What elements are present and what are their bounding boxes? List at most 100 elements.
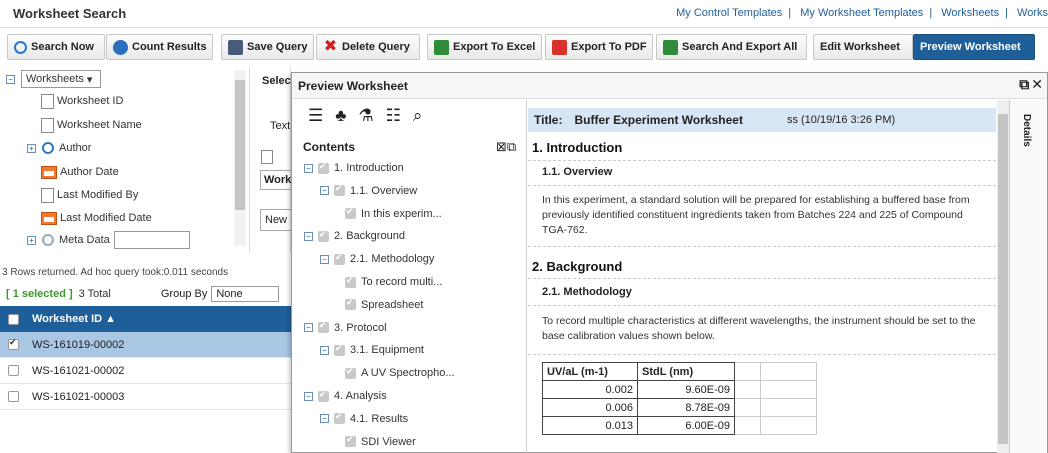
toc-checkbox[interactable] bbox=[334, 343, 345, 356]
toc-item[interactable]: A UV Spectropho... bbox=[345, 362, 455, 384]
toc-item[interactable]: − 2. Background bbox=[304, 225, 405, 247]
meta-data-input[interactable] bbox=[113, 231, 190, 249]
popout-icon[interactable]: ⧉ bbox=[1019, 76, 1029, 93]
flask-icon[interactable]: ⚗ bbox=[358, 106, 373, 126]
expand-all-icon[interactable]: ⧉ bbox=[507, 139, 516, 154]
toc-item[interactable]: SDI Viewer bbox=[345, 431, 416, 453]
toc-item[interactable]: − 4.1. Results bbox=[320, 408, 408, 430]
group-by-select[interactable]: None bbox=[211, 286, 280, 302]
tree-scrollbar[interactable] bbox=[234, 70, 246, 246]
collapse-icon[interactable]: − bbox=[304, 231, 313, 241]
toolbar: Search Now Count Results Save Query ✖ De… bbox=[0, 34, 1048, 62]
toc-item-label: Spreadsheet bbox=[361, 298, 424, 311]
details-side-tab[interactable]: Details bbox=[1009, 100, 1047, 453]
toc-checkbox[interactable] bbox=[345, 275, 356, 288]
info-icon bbox=[113, 39, 128, 55]
field-last-modified-by[interactable]: Last Modified By bbox=[41, 185, 138, 205]
toc-item-label: To record multi... bbox=[361, 276, 443, 288]
preview-worksheet-button[interactable]: Preview Worksheet bbox=[913, 34, 1035, 60]
toc-item-label: 3. Protocol bbox=[334, 321, 387, 334]
edit-worksheet-button[interactable]: Edit Worksheet bbox=[813, 34, 913, 60]
toc-item[interactable]: − 3. Protocol bbox=[304, 317, 387, 339]
document-icon bbox=[41, 187, 54, 203]
expand-icon[interactable]: + bbox=[27, 235, 36, 245]
select-all-checkbox[interactable] bbox=[8, 313, 19, 325]
collapse-all-icon[interactable]: ⊠ bbox=[496, 139, 507, 154]
dialog-header: Preview Worksheet ⧉ ✕ bbox=[292, 73, 1047, 99]
link-works[interactable]: Works bbox=[1017, 7, 1048, 19]
toc-item[interactable]: − 1. Introduction bbox=[304, 157, 404, 179]
field-author[interactable]: + Author bbox=[27, 138, 91, 158]
paperclip-icon[interactable]: ⌕ bbox=[413, 106, 423, 126]
count-results-button[interactable]: Count Results bbox=[106, 34, 213, 60]
list-icon[interactable]: ☰ bbox=[308, 106, 323, 126]
toc-item[interactable]: To record multi... bbox=[345, 271, 442, 293]
collapse-icon[interactable]: − bbox=[304, 163, 313, 173]
search-icon bbox=[42, 142, 54, 154]
field-worksheet-name[interactable]: Worksheet Name bbox=[41, 115, 142, 135]
toc-checkbox[interactable] bbox=[334, 252, 345, 265]
query-stats: 3 Rows returned. Ad hoc query took:0.011… bbox=[2, 267, 229, 278]
toc-checkbox[interactable] bbox=[318, 161, 329, 174]
export-excel-button[interactable]: Export To Excel bbox=[427, 34, 542, 60]
close-icon[interactable]: ✕ bbox=[1031, 76, 1043, 93]
toc-checkbox[interactable] bbox=[318, 320, 329, 334]
title-bar: Worksheet Search My Control Templates | M… bbox=[0, 0, 1048, 28]
toc-checkbox[interactable] bbox=[345, 206, 356, 220]
paragraph: To record multiple characteristics at di… bbox=[542, 315, 976, 342]
excel-icon bbox=[663, 39, 678, 55]
contents-heading: Contents bbox=[303, 140, 355, 154]
toc-checkbox[interactable] bbox=[334, 183, 345, 197]
link-my-control-templates[interactable]: My Control Templates bbox=[676, 7, 782, 19]
document-scrollbar[interactable] bbox=[997, 100, 1009, 453]
table-row[interactable]: WS-161021-00002 bbox=[0, 358, 291, 384]
delete-query-button[interactable]: ✖ Delete Query bbox=[316, 34, 420, 60]
toc-item[interactable]: Spreadsheet bbox=[345, 294, 423, 316]
document-icon bbox=[41, 93, 54, 109]
toc-item-label: 1.1. Overview bbox=[350, 184, 418, 197]
toc-checkbox[interactable] bbox=[318, 229, 329, 242]
table-row[interactable]: WS-161021-00003 bbox=[0, 384, 291, 410]
save-query-button[interactable]: Save Query bbox=[221, 34, 314, 60]
field-meta-data[interactable]: + Meta Data bbox=[27, 230, 190, 250]
link-my-worksheet-templates[interactable]: My Worksheet Templates bbox=[800, 7, 923, 19]
collapse-icon[interactable]: − bbox=[320, 186, 329, 196]
row-checkbox[interactable] bbox=[8, 391, 19, 402]
worksheets-dropdown[interactable]: Worksheets ▾ bbox=[21, 70, 101, 88]
collapse-icon[interactable]: − bbox=[320, 414, 329, 424]
toc-checkbox[interactable] bbox=[345, 297, 356, 311]
results-grid-header: Worksheet ID ▲ bbox=[0, 306, 291, 332]
toc-checkbox[interactable] bbox=[345, 434, 356, 448]
toc-checkbox[interactable] bbox=[345, 366, 356, 379]
toc-item[interactable]: − 4. Analysis bbox=[304, 385, 387, 407]
row-checkbox[interactable] bbox=[8, 337, 19, 350]
search-now-button[interactable]: Search Now bbox=[7, 34, 105, 60]
search-export-all-button[interactable]: Search And Export All bbox=[656, 34, 807, 60]
section-heading: 1. Introduction bbox=[532, 140, 623, 155]
users-icon[interactable]: ♣ bbox=[335, 106, 346, 126]
toc-item[interactable]: − 3.1. Equipment bbox=[320, 339, 424, 361]
collapse-icon[interactable]: − bbox=[320, 345, 329, 355]
toc-checkbox[interactable] bbox=[334, 411, 345, 425]
column-worksheet-id[interactable]: Worksheet ID ▲ bbox=[32, 313, 116, 325]
toc-item-label: 3.1. Equipment bbox=[350, 344, 424, 357]
field-author-date[interactable]: Author Date bbox=[41, 162, 119, 182]
collapse-icon[interactable]: − bbox=[320, 254, 329, 264]
link-worksheets[interactable]: Worksheets bbox=[941, 7, 999, 19]
toc-item[interactable]: − 2.1. Methodology bbox=[320, 248, 434, 270]
document-view: Title: Buffer Experiment Worksheet ss (1… bbox=[528, 100, 996, 453]
outline-icon[interactable]: ☷ bbox=[386, 106, 401, 126]
field-last-modified-date[interactable]: Last Modified Date bbox=[41, 208, 152, 228]
table-row[interactable]: WS-161019-00002 bbox=[0, 332, 291, 358]
collapse-icon[interactable]: − bbox=[304, 323, 313, 333]
expand-icon[interactable]: + bbox=[27, 143, 36, 153]
row-checkbox[interactable] bbox=[8, 365, 19, 376]
toc-item[interactable]: − 1.1. Overview bbox=[320, 180, 417, 202]
field-worksheet-id[interactable]: Worksheet ID bbox=[41, 91, 123, 111]
toc-item[interactable]: In this experim... bbox=[345, 203, 442, 225]
floppy-disk-icon bbox=[228, 39, 243, 55]
toc-checkbox[interactable] bbox=[318, 389, 329, 402]
collapse-icon[interactable]: − bbox=[304, 391, 313, 401]
export-pdf-button[interactable]: Export To PDF bbox=[545, 34, 653, 60]
collapse-icon[interactable]: − bbox=[6, 74, 15, 84]
